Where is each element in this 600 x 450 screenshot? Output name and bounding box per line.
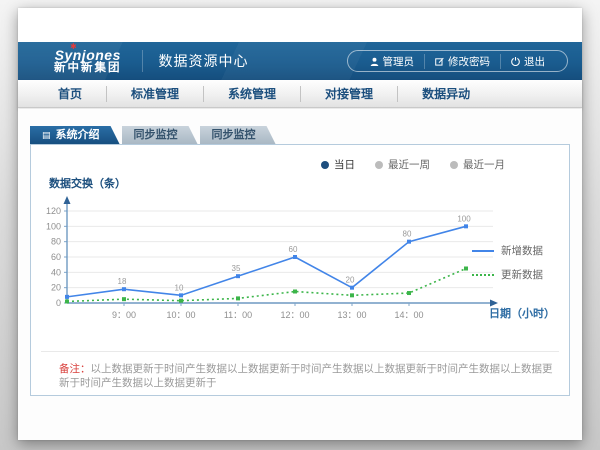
- radio-dot: [375, 161, 383, 169]
- legend-item-new-data: 新增数据: [472, 243, 543, 258]
- svg-text:35: 35: [232, 264, 241, 273]
- change-password-button[interactable]: 修改密码: [424, 54, 500, 69]
- legend-line-dotted-icon: [472, 274, 494, 276]
- svg-text:12：00: 12：00: [280, 310, 309, 320]
- tab-system-intro[interactable]: ▤ 系统介绍: [30, 126, 120, 144]
- footnote-label: 备注：: [59, 363, 91, 375]
- svg-text:0: 0: [56, 298, 61, 308]
- browser-window: Synjones ✱ 新中新集团 数据资源中心 管理员 修改密码: [18, 8, 582, 440]
- user-menu: 管理员 修改密码 退出: [347, 50, 569, 72]
- logout-label: 退出: [524, 54, 545, 69]
- user-icon: [370, 57, 379, 66]
- svg-text:120: 120: [46, 206, 61, 216]
- document-icon: ▤: [42, 131, 51, 140]
- tab-label: 系统介绍: [56, 126, 100, 144]
- svg-text:10: 10: [175, 283, 184, 292]
- line-chart: 0 20 40 60 80 100 120 9：00 10：00 11：00 12：00 13：00 1…: [31, 195, 569, 335]
- logo-spark-icon: ✱: [70, 43, 77, 51]
- footnote-text: 以上数据更新于时间产生数据以上数据更新于时间产生数据以上数据更新于时间产生数据以…: [59, 363, 553, 389]
- radio-dot: [321, 161, 329, 169]
- nav-item-home[interactable]: 首页: [34, 86, 107, 102]
- nav-item-standard-mgmt[interactable]: 标准管理: [107, 86, 204, 102]
- chart-panel: 当日 最近一周 最近一月 数据交换（条） 0 20 40 60 80 100 120 9：00…: [30, 144, 570, 396]
- logo-text-cn: 新中新集团: [54, 62, 122, 74]
- svg-text:80: 80: [403, 230, 412, 239]
- y-axis-title: 数据交换（条）: [49, 175, 126, 191]
- tab-label: 同步监控: [212, 126, 256, 144]
- app-header: Synjones ✱ 新中新集团 数据资源中心 管理员 修改密码: [18, 42, 582, 80]
- svg-text:100: 100: [46, 221, 61, 231]
- logout-button[interactable]: 退出: [500, 54, 555, 69]
- svg-text:60: 60: [289, 245, 298, 254]
- radio-last-month[interactable]: 最近一月: [450, 157, 505, 172]
- time-range-filter: 当日 最近一周 最近一月: [321, 157, 505, 172]
- x-axis-title: 日期（小时）: [489, 305, 555, 321]
- power-icon: [511, 57, 520, 66]
- radio-label: 最近一周: [388, 157, 430, 172]
- tab-sync-monitor-2[interactable]: ▤ 同步监控: [200, 126, 276, 144]
- svg-text:18: 18: [118, 277, 127, 286]
- line-chart-svg: 0 20 40 60 80 100 120 9：00 10：00 11：00 12：00 13：00 1…: [33, 195, 503, 325]
- legend-item-update-data: 更新数据: [472, 267, 543, 282]
- svg-text:20: 20: [51, 283, 61, 293]
- content-area: ▤ 系统介绍 ▤ 同步监控 ▤ 同步监控 当日 最近一周: [18, 109, 582, 440]
- nav-item-connect-mgmt[interactable]: 对接管理: [301, 86, 398, 102]
- svg-text:20: 20: [346, 276, 355, 285]
- page-title: 数据资源中心: [142, 50, 249, 72]
- main-nav: 首页 标准管理 系统管理 对接管理 数据异动: [18, 80, 582, 108]
- tab-label: 同步监控: [134, 126, 178, 144]
- legend-label: 新增数据: [501, 243, 543, 258]
- company-logo: Synjones ✱ 新中新集团: [54, 48, 122, 75]
- radio-label: 最近一月: [463, 157, 505, 172]
- user-admin-button[interactable]: 管理员: [360, 54, 425, 69]
- svg-text:80: 80: [51, 237, 61, 247]
- svg-text:13：00: 13：00: [337, 310, 366, 320]
- user-admin-label: 管理员: [383, 54, 415, 69]
- chart-legend: 新增数据 更新数据: [472, 243, 543, 282]
- svg-text:60: 60: [51, 252, 61, 262]
- change-password-label: 修改密码: [448, 54, 490, 69]
- svg-text:10：00: 10：00: [166, 310, 195, 320]
- svg-text:14：00: 14：00: [394, 310, 423, 320]
- svg-text:100: 100: [457, 214, 471, 223]
- svg-text:9：00: 9：00: [112, 310, 136, 320]
- tab-bar: ▤ 系统介绍 ▤ 同步监控 ▤ 同步监控: [30, 126, 278, 144]
- nav-item-data-change[interactable]: 数据异动: [398, 86, 494, 102]
- radio-today[interactable]: 当日: [321, 157, 355, 172]
- radio-dot: [450, 161, 458, 169]
- radio-label: 当日: [334, 157, 355, 172]
- footnote: 备注：以上数据更新于时间产生数据以上数据更新于时间产生数据以上数据更新于时间产生…: [41, 351, 559, 390]
- legend-label: 更新数据: [501, 267, 543, 282]
- edit-icon: [435, 57, 444, 66]
- radio-last-week[interactable]: 最近一周: [375, 157, 430, 172]
- legend-line-solid-icon: [472, 250, 494, 252]
- tab-sync-monitor-1[interactable]: ▤ 同步监控: [122, 126, 198, 144]
- svg-text:11：00: 11：00: [224, 310, 252, 320]
- logo-text-en: Synjones: [54, 48, 122, 63]
- svg-text:40: 40: [51, 267, 61, 277]
- nav-item-system-mgmt[interactable]: 系统管理: [204, 86, 301, 102]
